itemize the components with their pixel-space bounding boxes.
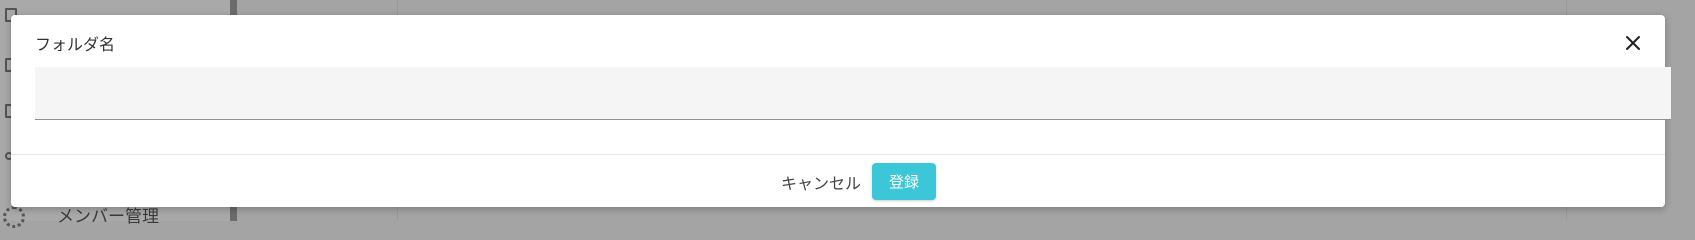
folder-name-dialog: フォルダ名 キャンセル 登録 (11, 15, 1671, 207)
dialog-footer-divider (11, 154, 1665, 155)
close-button[interactable] (1621, 31, 1645, 55)
folder-name-field[interactable] (35, 67, 1671, 120)
members-icon (3, 206, 25, 228)
cancel-button[interactable]: キャンセル (774, 165, 868, 199)
folder-name-input[interactable] (35, 67, 1671, 119)
register-button[interactable]: 登録 (872, 163, 936, 200)
folder-name-label: フォルダ名 (35, 35, 116, 54)
close-icon (1626, 36, 1640, 50)
